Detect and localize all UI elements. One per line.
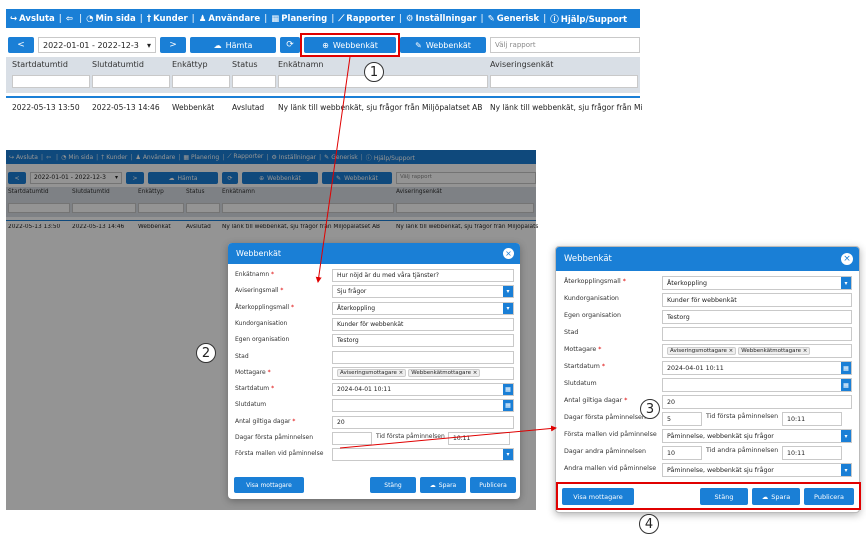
arrow-to-dialog xyxy=(315,56,351,283)
callout-3: 3 xyxy=(640,399,660,419)
callout-2: 2 xyxy=(196,343,216,363)
callout-4: 4 xyxy=(639,514,659,534)
callout-1: 1 xyxy=(364,62,384,82)
annotation-arrows xyxy=(315,56,557,449)
arrow-to-reminder xyxy=(339,425,557,449)
